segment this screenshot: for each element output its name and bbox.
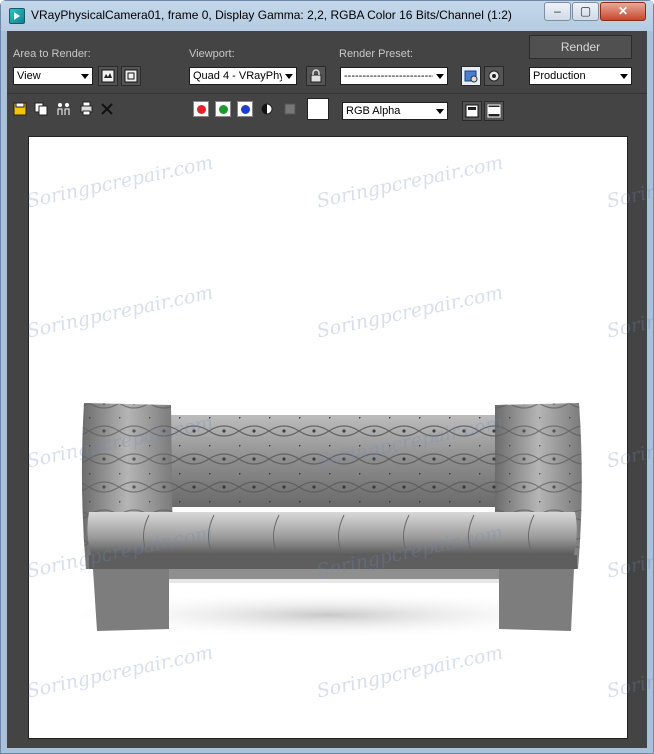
green-channel-icon [218, 104, 228, 114]
chevron-down-icon [285, 74, 293, 79]
teapot-icon [488, 70, 500, 82]
viewport-label: Viewport: [189, 48, 235, 60]
render-button[interactable]: Render [529, 35, 632, 59]
environment-button[interactable] [484, 66, 504, 86]
rendered-sofa-image [58, 403, 598, 639]
render-window: VRayPhysicalCamera01, frame 0, Display G… [0, 0, 654, 754]
window-icon [465, 104, 479, 118]
chevron-down-icon [436, 109, 444, 114]
chevron-down-icon [436, 74, 444, 79]
clear-icon[interactable] [100, 102, 114, 116]
area-to-render-dropdown[interactable]: View [13, 67, 93, 85]
toggle-ui-button[interactable] [484, 101, 504, 121]
render-preset-dropdown[interactable]: ------------------------- [340, 67, 448, 85]
channel-dropdown[interactable]: RGB Alpha [342, 102, 448, 120]
toggle-ui-overlay-button[interactable] [462, 101, 482, 121]
color-swatch[interactable] [307, 98, 329, 120]
chevron-down-icon [620, 74, 628, 79]
render-preset-label: Render Preset: [339, 48, 413, 60]
render-controls-panel: Area to Render: View Viewport: Quad 4 - … [7, 31, 647, 126]
blue-channel-button[interactable] [237, 101, 253, 117]
lock-icon [310, 69, 322, 83]
minimize-button[interactable]: – [544, 2, 571, 21]
production-dropdown[interactable]: Production [529, 67, 632, 85]
toolbar-divider [7, 93, 647, 94]
blue-channel-icon [240, 104, 250, 114]
chevron-down-icon [81, 74, 89, 79]
region-icon [124, 69, 138, 83]
red-channel-button[interactable] [193, 101, 209, 117]
print-icon[interactable] [79, 101, 94, 116]
red-channel-icon [196, 104, 206, 114]
monochrome-icon[interactable] [284, 103, 296, 115]
viewport-value: Quad 4 - VRayPhy [193, 70, 282, 82]
lock-viewport-button[interactable] [306, 66, 326, 86]
clone-icon[interactable] [56, 102, 72, 116]
green-channel-button[interactable] [215, 101, 231, 117]
window-title: VRayPhysicalCamera01, frame 0, Display G… [31, 8, 512, 22]
copy-icon[interactable] [34, 102, 48, 116]
render-setup-button[interactable] [461, 66, 481, 86]
auto-region-button[interactable] [121, 66, 141, 86]
area-to-render-value: View [17, 70, 41, 82]
frame-icon [487, 104, 501, 118]
render-frame-buffer[interactable] [28, 136, 628, 739]
title-bar[interactable]: VRayPhysicalCamera01, frame 0, Display G… [1, 1, 653, 31]
area-to-render-label: Area to Render: [13, 48, 91, 60]
app-icon [9, 8, 25, 24]
edit-region-icon [101, 69, 115, 83]
maximize-button[interactable]: ▢ [572, 2, 599, 21]
alpha-channel-icon[interactable] [261, 103, 273, 115]
save-icon[interactable] [13, 102, 27, 116]
viewport-dropdown[interactable]: Quad 4 - VRayPhy [189, 67, 297, 85]
render-preset-value: ------------------------- [344, 70, 433, 82]
render-setup-icon [464, 70, 478, 83]
channel-value: RGB Alpha [346, 105, 401, 117]
close-button[interactable]: ✕ [600, 2, 646, 21]
production-value: Production [533, 70, 586, 82]
edit-region-button[interactable] [98, 66, 118, 86]
